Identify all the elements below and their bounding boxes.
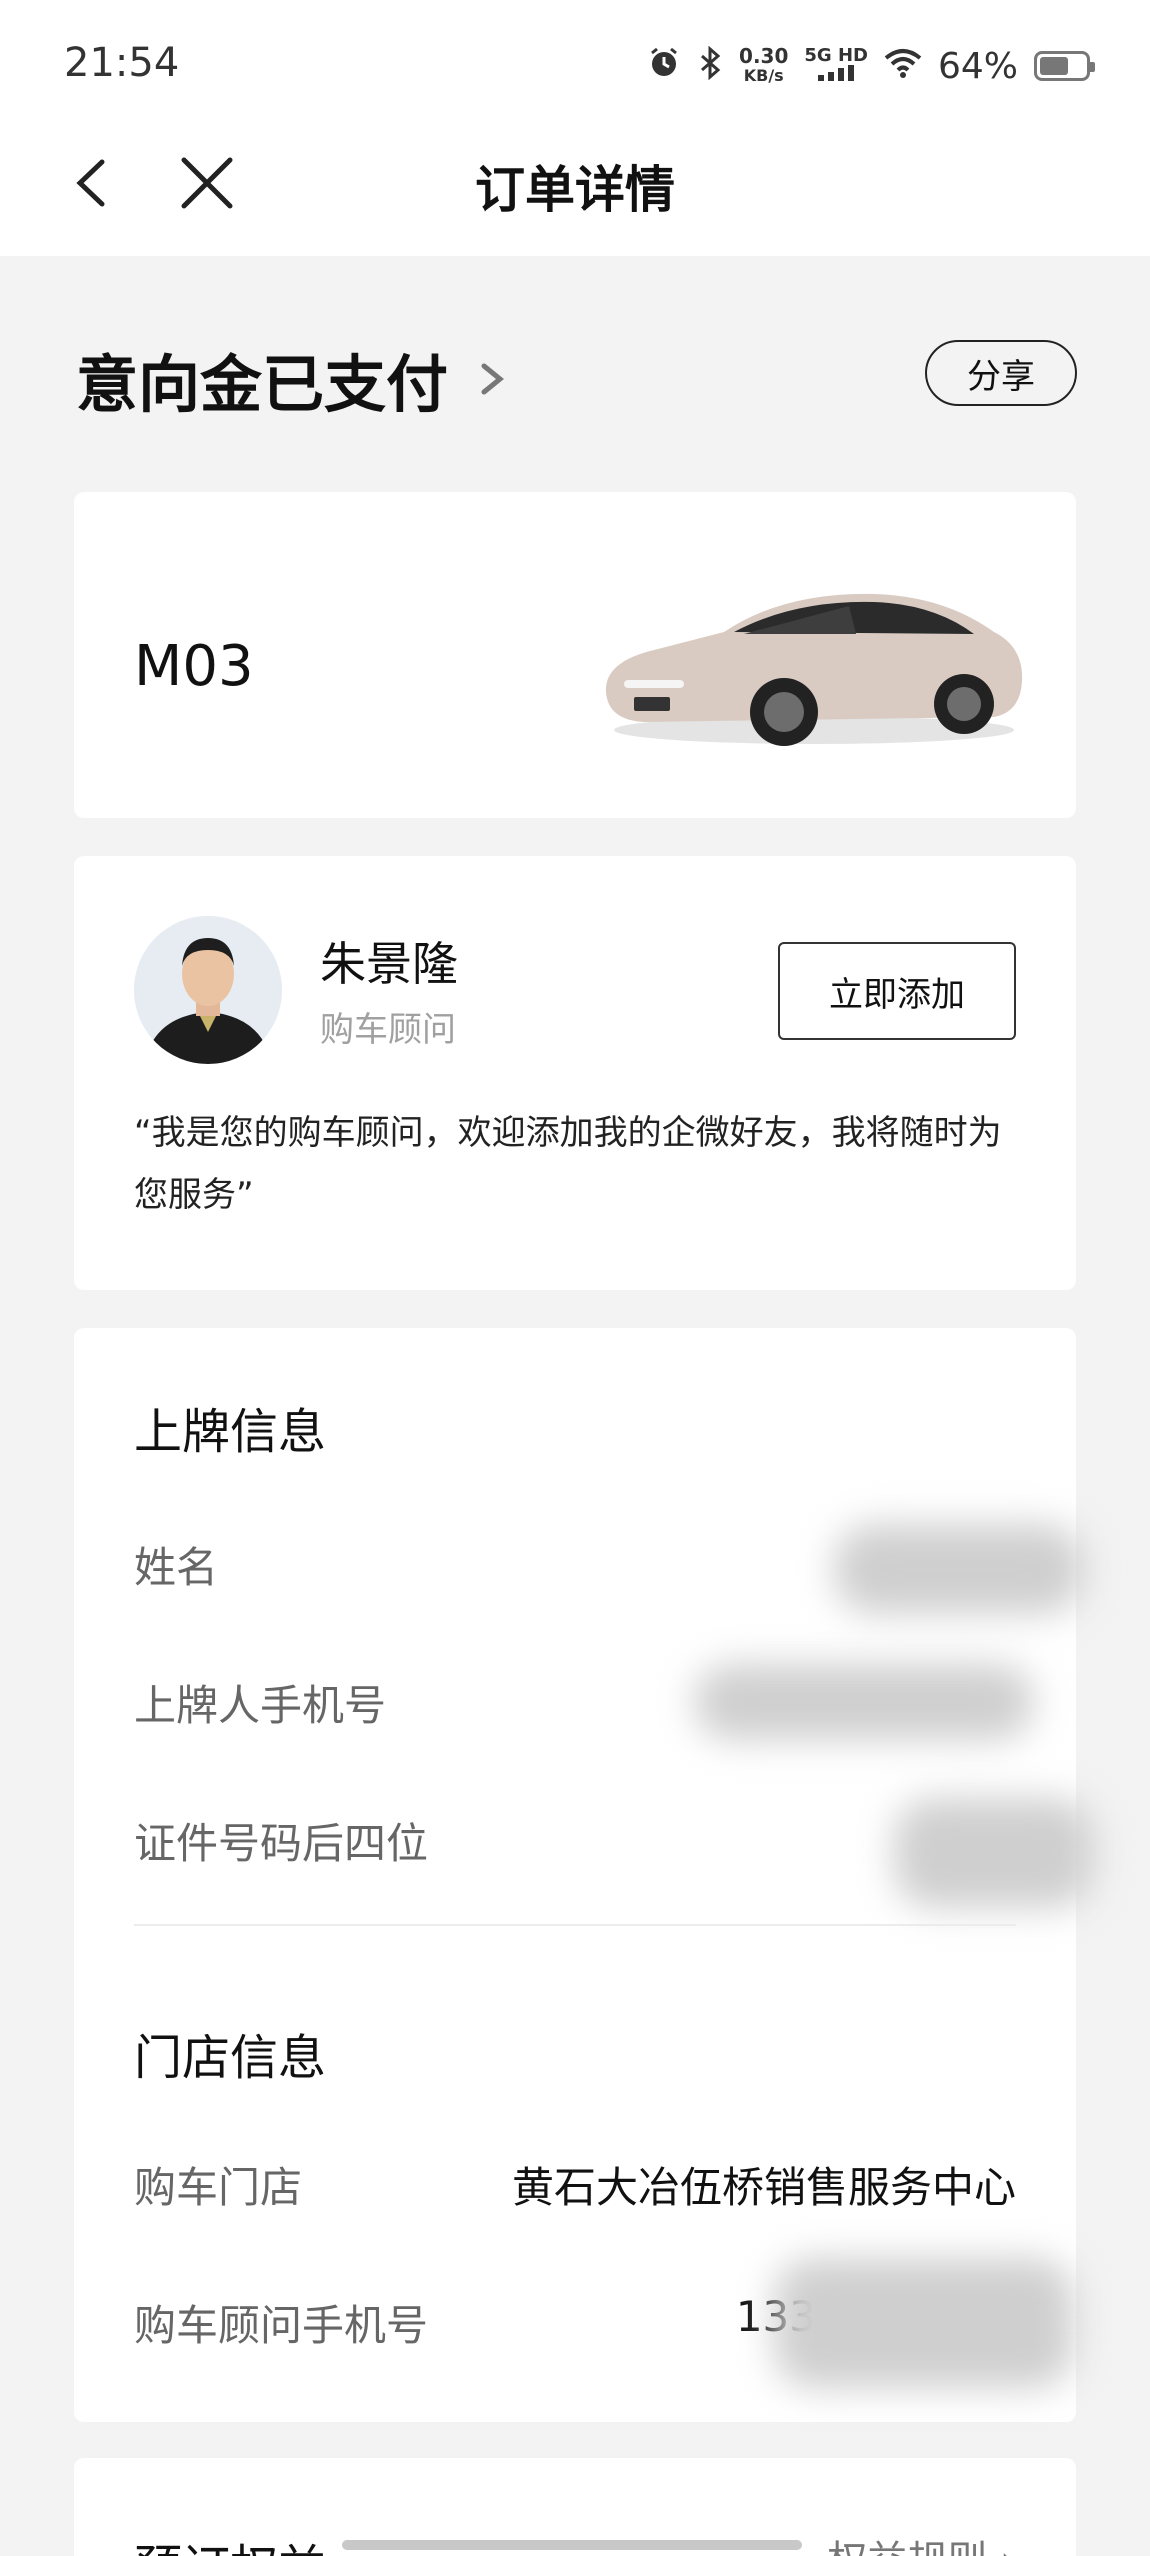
model-name: M03 [134,634,254,699]
benefits-rules-label: 权益规则 [827,2538,987,2556]
bluetooth-icon [697,45,723,86]
alarm-icon [647,46,681,86]
advisor-role: 购车顾问 [320,1010,456,1050]
store-name-label: 购车门店 [134,2163,303,2212]
wifi-icon [884,48,922,84]
store-name-value: 黄石大冶伍桥销售服务中心 [511,2163,1016,2212]
info-card: 上牌信息 姓名 上牌人手机号 证件号码后四位 门店信息 购车门店 黄石大冶伍桥销… [74,1328,1094,2422]
registration-title: 上牌信息 [134,1404,327,1460]
page-title: 订单详情 [475,161,675,219]
avatar [134,916,282,1064]
reg-name-label: 姓名 [134,1543,219,1592]
chevron-right-icon [481,363,504,395]
top-bar: 21:54 0.30 KB/s 5G HD 64% 订单详情 [0,0,1150,256]
store-title: 门店信息 [134,2030,327,2086]
status-time: 21:54 [64,40,180,86]
battery-icon [1034,51,1095,81]
car-image [605,593,1023,746]
vehicle-card: M03 [74,492,1076,818]
benefits-title: 预订权益 [134,2528,326,2556]
divider [134,1924,1016,1926]
advisor-name: 朱景隆 [320,937,458,991]
redacted-mask [894,1798,1094,1908]
redacted-mask [774,2258,1074,2388]
cell-signal-icon: 5G HD [804,47,868,85]
add-advisor-button[interactable]: 立即添加 [778,942,1016,1040]
status-icons: 0.30 KB/s 5G HD 64% [647,44,1095,88]
order-status-text: 意向金已支付 [76,348,449,421]
chevron-right-icon: › [1000,2538,1016,2556]
redacted-mask [834,1524,1084,1614]
net-speed: 0.30 KB/s [739,44,789,85]
advisor-phone-label: 购车顾问手机号 [134,2301,429,2350]
battery-percent: 64% [937,45,1018,87]
advisor-quote: “我是您的购车顾问，欢迎添加我的企微好友，我将随时为您服务” [134,1113,1002,1215]
home-indicator[interactable] [342,2540,802,2550]
order-status-link[interactable]: 意向金已支付 [76,334,512,424]
advisor-card: 朱景隆 购车顾问 立即添加 “我是您的购车顾问，欢迎添加我的企微好友，我将随时为… [74,856,1076,1290]
redacted-mask [694,1664,1034,1740]
reg-id-label: 证件号码后四位 [134,1819,429,1868]
benefits-rules-link[interactable]: 权益规则 › [827,2528,1016,2556]
share-button[interactable]: 分享 [925,340,1077,406]
reg-phone-label: 上牌人手机号 [134,1681,387,1730]
